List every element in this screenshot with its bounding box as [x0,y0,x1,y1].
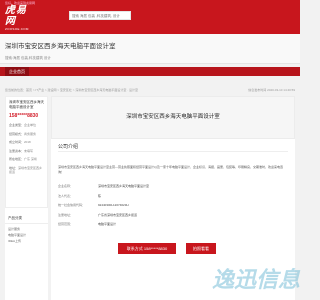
info-row: 成立时间：2018 [9,140,44,145]
info-value: 电脑平面设计 [98,222,117,226]
nav-item-home[interactable]: 企业首页 [5,67,29,76]
info-value: 商务服务 [24,131,37,136]
product-item[interactable]: IDEA上传 [8,238,45,244]
info-value: 广东省深圳市宝安区西乡街道 [98,212,138,217]
breadcrumb-text[interactable]: 您当前的位置：首页 > IT产业 > 建设网 > 宝安区社 > 深圳市宝安区西乡… [5,88,138,92]
top-header: 您好，欢迎来到虎易网 虎易网 ZOOSOE.COM [0,0,300,34]
company-title: 深圳市宝安区西乡海天电脑平面设计室 [5,43,116,50]
info-key: 经营模式： [9,131,25,136]
info-key: 地址： [9,165,19,170]
info-row: 统一社会信用代码： 92440300L12074623H [58,201,288,211]
info-key: 统一社会信用代码： [58,203,86,207]
company-hero: 深圳市宝安区西乡海天电脑平面设计室 [51,96,295,139]
info-value: 2018 [24,140,31,144]
hero-title: 深圳市宝安区西乡海天电脑平面设计室 [126,114,220,120]
info-key: 经营范围： [58,222,74,226]
company-intro: 深圳市宝安区西乡海天电脑平面设计室主营—营业执照面积经营平面设计以及一家十年电脑… [58,165,284,174]
divider [58,151,288,152]
search-box[interactable] [69,11,131,20]
info-key: 注册资本： [9,148,25,153]
logo-text: 虎易网 [5,5,27,27]
info-row: 法人代表： 陈 [58,192,288,202]
info-value: 未填写 [24,148,34,153]
company-card: 深圳市宝安区西乡海天电脑平面设计室 158*****8830 企业类型：企业单位… [5,96,48,208]
company-info: 企业名称： 深圳市宝安区西乡海天电脑平面设计室 法人代表： 陈 统一社会信用代码： 9… [58,182,288,230]
info-key: 注册地址： [58,212,74,217]
info-row: 地址：深圳市宝安区西乡街道 [9,166,44,175]
info-key: 所在地区： [9,157,25,161]
site-logo[interactable]: 虎易网 ZOOSOE.COM [5,5,35,31]
info-value: 深圳市宝安区西乡海天电脑平面设计室 [98,184,150,188]
info-value: 陈 [98,193,102,198]
info-value: 企业单位 [24,123,37,127]
watermark-text: 逸迅信息 [211,268,300,293]
info-key: 成立时间： [9,140,25,144]
info-row: 经营范围： 电脑平面设计 [58,220,288,230]
info-row: 企业类型：企业单位 [9,123,44,128]
info-value: 92440300L12074623H [98,203,129,207]
section-heading: 公司介绍 [58,144,79,150]
info-row: 注册地址： 广东省深圳市宝安区西乡街道 [58,211,288,221]
product-list: 设计服务 电脑平面设计 IDEA上传 [5,224,48,246]
info-key: 法人代表： [58,193,74,198]
info-key: 企业名称： [58,184,74,188]
watermark: 逸迅信息 [200,262,300,300]
products-heading: 产品分类 [5,214,48,224]
info-key: 企业类型： [9,123,25,127]
info-row: 所在地区：广东 深圳 [9,157,44,162]
logo-domain: ZOOSOE.COM [5,27,29,31]
sidebar-company-name: 深圳市宝安区西乡海天电脑平面设计室 [9,100,44,109]
sidebar: 深圳市宝安区西乡海天电脑平面设计室 158*****8830 企业类型：企业单位… [5,96,48,300]
visit-button[interactable]: 拍照看看 [186,243,216,254]
contact-button[interactable]: 联系方式 158*****8830 [118,243,176,254]
nav-bar: 企业首页 [0,67,300,76]
publish-time: 信息发布时间 2020-03-10 14:40:59 [248,88,295,92]
sidebar-phone[interactable]: 158*****8830 [9,113,44,119]
breadcrumb: 您当前的位置：首页 > IT产业 > 建设网 > 宝安区社 > 深圳市宝安区西乡… [5,86,295,94]
info-row: 注册资本：未填写 [9,149,44,154]
info-value: 广东 深圳 [24,157,37,161]
info-row: 企业名称： 深圳市宝安区西乡海天电脑平面设计室 [58,182,288,192]
company-keywords: 搜索:海居 包装,科技建筑 设计 [5,56,51,60]
info-row: 经营模式：商务服务 [9,132,44,137]
search-input[interactable] [70,12,130,19]
